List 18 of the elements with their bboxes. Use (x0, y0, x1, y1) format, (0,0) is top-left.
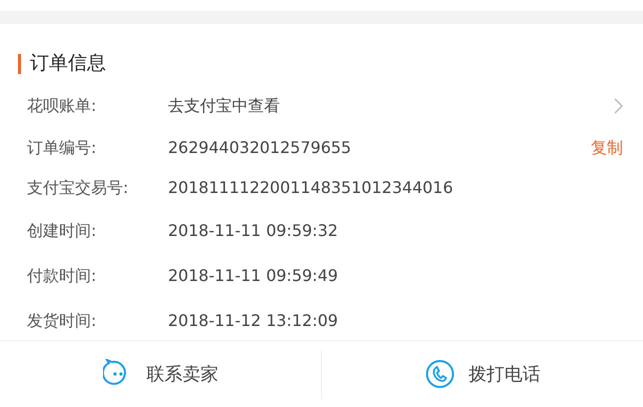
field-value: 2018-11-11 09:59:49 (168, 264, 338, 286)
field-label: 发货时间: (27, 310, 98, 332)
field-label: 订单编号: (27, 136, 98, 158)
phone-icon (424, 359, 454, 389)
field-label: 创建时间: (27, 220, 98, 242)
field-value: 262944032012579655 (168, 136, 352, 158)
field-value: 2018-11-11 09:59:32 (168, 220, 338, 242)
chevron-right-icon[interactable] (614, 98, 623, 114)
field-link[interactable]: 去支付宝中查看 (168, 94, 280, 118)
section-title: 订单信息 (29, 54, 106, 73)
field-label: 花呗账单: (27, 95, 98, 117)
field-value: 2018-11-12 13:12:09 (168, 310, 338, 332)
field-value: 2018111122001148351012344016 (168, 177, 454, 199)
field-label: 付款时间: (27, 264, 98, 286)
call-button[interactable]: 拨打电话 (322, 341, 643, 407)
contact-seller-button[interactable]: 联系卖家 (0, 341, 321, 407)
title-accent-bar (18, 54, 21, 74)
field-label: 支付宝交易号: (27, 177, 130, 199)
